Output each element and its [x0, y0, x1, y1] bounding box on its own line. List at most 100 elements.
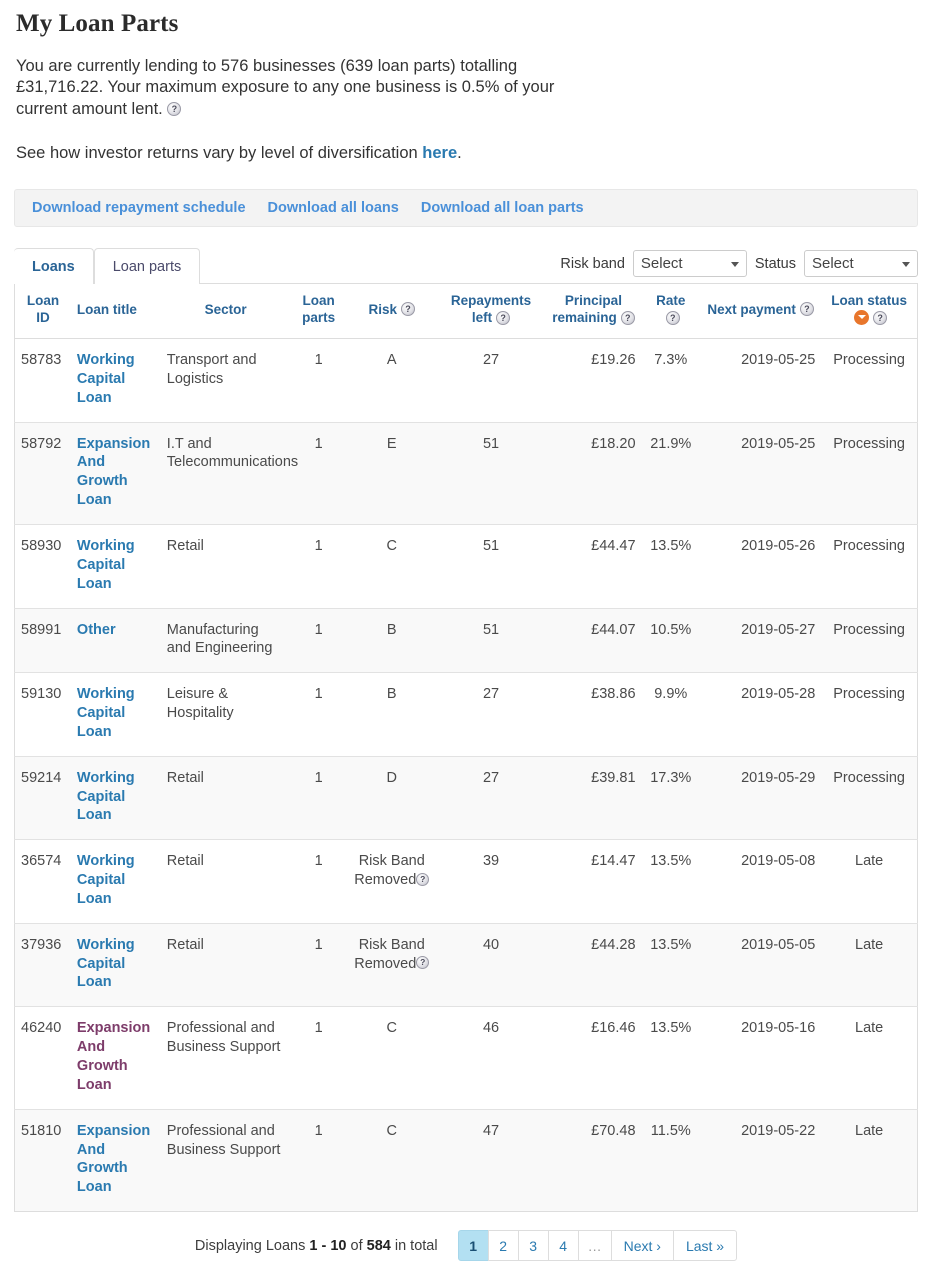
next-payment-help-icon[interactable]: ?	[799, 302, 814, 317]
risk-band-select[interactable]: Select	[632, 250, 747, 278]
loan-title-link[interactable]: Expansion And Growth Loan	[77, 1020, 150, 1093]
cell-principal-remaining: £44.28	[545, 922, 642, 1007]
cell-loan-status: Late	[821, 922, 918, 1007]
principal-remaining-help-icon[interactable]: ?	[620, 310, 635, 325]
cell-sector: Manufacturing and Engineering	[160, 607, 291, 673]
download-all-loans-link[interactable]: Download all loans	[268, 200, 399, 216]
risk-band-label: Risk band	[560, 255, 625, 272]
pagination-page-1[interactable]: 1	[457, 1230, 489, 1261]
exposure-help-icon[interactable]: ?	[167, 101, 182, 116]
cell-next-payment: 2019-05-05	[700, 922, 822, 1007]
cell-risk: D	[346, 755, 437, 840]
download-all-loan-parts-link[interactable]: Download all loan parts	[421, 200, 584, 216]
cell-loan-parts: 1	[290, 1006, 347, 1110]
cell-loan-parts: 1	[290, 421, 347, 525]
loan-title-link[interactable]: Other	[77, 622, 116, 638]
header-loan-status[interactable]: Loan status?	[821, 283, 918, 340]
cell-loan-status: Late	[821, 1108, 918, 1212]
pagination-page-last[interactable]: Last »	[672, 1230, 738, 1261]
pagination-page-2[interactable]: 2	[487, 1230, 519, 1261]
pagination-summary-suffix: in total	[390, 1237, 438, 1254]
risk-band-select-wrap: Select	[632, 250, 747, 278]
header-principal-remaining[interactable]: Principal remaining?	[545, 283, 642, 340]
header-rate-label: Rate	[656, 293, 686, 309]
pagination-page-4[interactable]: 4	[547, 1230, 579, 1261]
loan-title-link[interactable]: Expansion And Growth Loan	[77, 436, 150, 509]
risk-band-removed-help-icon[interactable]: ?	[416, 956, 430, 970]
cell-loan-title: Expansion And Growth Loan	[70, 1108, 161, 1212]
cell-loan-title: Working Capital Loan	[71, 339, 161, 423]
loan-status-help-icon[interactable]: ?	[873, 310, 888, 325]
cell-rate: 17.3%	[641, 755, 701, 840]
repayments-left-help-icon[interactable]: ?	[496, 310, 511, 325]
cell-repayments-left: 27	[436, 755, 546, 840]
loan-title-link[interactable]: Working Capital Loan	[77, 538, 135, 592]
cell-repayments-left: 51	[436, 607, 546, 673]
cell-loan-id: 59214	[14, 755, 71, 840]
pagination-page-3[interactable]: 3	[517, 1230, 549, 1261]
cell-repayments-left: 51	[436, 421, 546, 525]
loan-title-link[interactable]: Working Capital Loan	[77, 686, 135, 740]
header-loan-parts-label: Loan parts	[302, 293, 336, 326]
cell-loan-status: Processing	[821, 755, 918, 840]
cell-sector: Retail	[160, 922, 291, 1007]
cell-loan-id: 51810	[14, 1108, 71, 1212]
pagination-page-next[interactable]: Next ›	[610, 1230, 674, 1261]
loan-title-link[interactable]: Working Capital Loan	[77, 770, 135, 824]
cell-risk: E	[346, 421, 437, 525]
header-repayments-left-label: Repayments left	[450, 293, 532, 326]
cell-loan-status: Processing	[821, 421, 918, 525]
intro-line-2: £31,716.22. Your maximum exposure to any…	[16, 78, 555, 97]
cell-next-payment: 2019-05-25	[700, 421, 822, 525]
download-repayment-schedule-link[interactable]: Download repayment schedule	[32, 200, 246, 216]
header-next-payment[interactable]: Next payment?	[700, 283, 822, 340]
header-loan-parts[interactable]: Loan parts	[290, 283, 347, 340]
loan-title-link[interactable]: Working Capital Loan	[77, 937, 135, 991]
header-rate[interactable]: Rate?	[641, 283, 701, 340]
loans-header-row: Loan ID Loan title Sector Loan parts Ris…	[14, 283, 918, 340]
cell-principal-remaining: £44.47	[545, 523, 642, 608]
cell-loan-status: Processing	[821, 607, 918, 673]
loan-title-link[interactable]: Working Capital Loan	[77, 352, 135, 406]
header-repayments-left[interactable]: Repayments left?	[436, 283, 546, 340]
cell-loan-title: Working Capital Loan	[70, 672, 161, 757]
tab-loans[interactable]: Loans	[14, 248, 94, 285]
cell-rate: 21.9%	[641, 421, 701, 525]
cell-principal-remaining: £44.07	[545, 607, 642, 673]
cell-next-payment: 2019-05-27	[700, 607, 822, 673]
cell-loan-parts: 1	[290, 1108, 347, 1212]
risk-band-value: Risk Band Removed	[354, 853, 425, 889]
pagination-summary-mid: of	[346, 1237, 367, 1254]
loans-table-head: Loan ID Loan title Sector Loan parts Ris…	[14, 283, 918, 340]
cell-risk: B	[346, 607, 437, 673]
rate-help-icon[interactable]: ?	[665, 310, 680, 325]
cell-sector: Professional and Business Support	[160, 1006, 291, 1110]
status-select[interactable]: Select	[804, 250, 918, 278]
cell-loan-parts: 1	[290, 523, 347, 608]
cell-sector: Professional and Business Support	[160, 1108, 291, 1212]
loans-table: Loan ID Loan title Sector Loan parts Ris…	[14, 283, 918, 1213]
pagination-ellipsis: …	[577, 1230, 612, 1261]
header-risk-label: Risk	[368, 301, 398, 317]
loan-title-link[interactable]: Working Capital Loan	[77, 853, 135, 907]
table-row: 59130 Working Capital Loan Leisure & Hospi…	[14, 672, 918, 757]
header-risk[interactable]: Risk?	[346, 283, 437, 340]
table-row: 58792 Expansion And Growth Loan I.T and Te…	[14, 421, 918, 525]
cell-loan-title: Expansion And Growth Loan	[70, 1006, 161, 1110]
header-loan-status-label: Loan status	[831, 293, 908, 309]
sort-descending-icon[interactable]	[854, 310, 870, 326]
cell-loan-status: Late	[821, 839, 918, 924]
cell-loan-id: 58930	[14, 523, 71, 608]
table-row: 58783 Working Capital Loan Transport and L…	[15, 339, 918, 423]
risk-band-removed-help-icon[interactable]: ?	[416, 872, 430, 886]
tab-loan-parts[interactable]: Loan parts	[93, 248, 201, 285]
status-select-wrap: Select	[804, 250, 918, 278]
loan-title-link[interactable]: Expansion And Growth Loan	[77, 1123, 150, 1196]
risk-band-value: B	[386, 686, 397, 703]
header-next-payment-label: Next payment	[707, 301, 796, 317]
risk-help-icon[interactable]: ?	[401, 302, 416, 317]
cell-loan-title: Working Capital Loan	[70, 523, 161, 608]
cell-loan-status: Late	[821, 1006, 918, 1110]
diversification-here-link[interactable]: here	[422, 144, 457, 162]
header-sector: Sector	[160, 283, 291, 340]
